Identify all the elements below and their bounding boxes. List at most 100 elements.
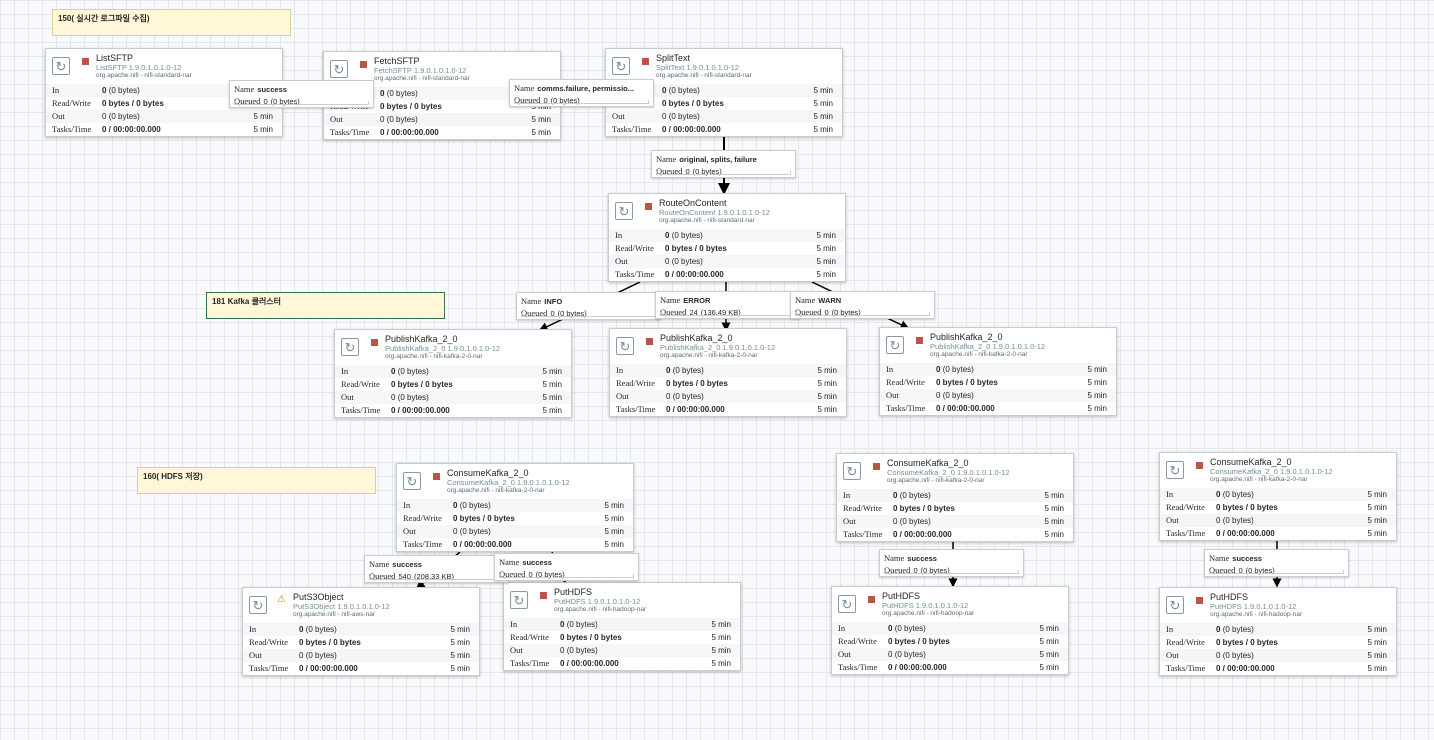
processor-publishkafka-info[interactable]: ↻ PublishKafka_2_0 PublishKafka_2_0 1.9.0.…	[334, 329, 572, 418]
stat-tasks-row: Tasks/Time 0 / 00:00:00.000 5 min	[837, 528, 1073, 541]
stat-out-row: Out 0 (0 bytes) 5 min	[324, 113, 560, 126]
processor-stats: In 0 (0 bytes) 5 min Read/Write 0 bytes / 0 …	[397, 499, 633, 551]
stop-icon	[646, 338, 653, 345]
processor-puthdfs-2[interactable]: ↻ PutHDFS PutHDFS 1.9.0.1.0.1.0-12 org.apac…	[831, 586, 1069, 675]
stat-out-window: 5 min	[817, 392, 837, 401]
stat-in-part: (0 bytes)	[668, 86, 700, 95]
connection-fetch-split[interactable]: Name comms.failure, permissio... Queued 0 (0…	[509, 79, 654, 107]
stat-in-window: 5 min	[817, 366, 837, 375]
stat-out-part: (0 bytes)	[671, 257, 703, 266]
refresh-icon: ↻	[403, 472, 421, 490]
processor-publishkafka-warn[interactable]: ↻ PublishKafka_2_0 PublishKafka_2_0 1.9.0.…	[879, 327, 1117, 416]
stat-read-write-value: 0 bytes / 0 bytes	[1216, 501, 1278, 514]
stat-read-write-label: Read/Write	[510, 632, 549, 642]
processor-puthdfs-1[interactable]: ↻ PutHDFS PutHDFS 1.9.0.1.0.1.0-12 org.apac…	[503, 582, 741, 671]
stat-read-write-row: Read/Write 0 bytes / 0 bytes 5 min	[1160, 636, 1396, 649]
refresh-icon: ↻	[341, 338, 359, 356]
stat-out-window: 5 min	[1039, 650, 1059, 659]
stat-out-value: 0 (0 bytes)	[560, 644, 598, 657]
stat-out-label: Out	[52, 111, 65, 121]
processor-consumekafka-1[interactable]: ↻ ConsumeKafka_2_0 ConsumeKafka_2_0 1.9.0.…	[396, 463, 634, 552]
stat-tasks-value: 0 / 00:00:00.000	[888, 661, 947, 674]
stat-in-part: 0	[936, 365, 941, 374]
stat-read-write-part: 0 bytes / 0 bytes	[299, 638, 361, 647]
label-group181[interactable]: 181 Kafka 클러스터	[206, 292, 445, 319]
processor-header: ↻ PublishKafka_2_0 PublishKafka_2_0 1.9.0.…	[610, 329, 846, 364]
stat-tasks-label: Tasks/Time	[838, 662, 878, 672]
stat-tasks-row: Tasks/Time 0 / 00:00:00.000 5 min	[46, 123, 282, 136]
label-group160[interactable]: 160( HDFS 저장)	[137, 467, 376, 494]
warning-icon[interactable]: ⚠	[277, 594, 286, 605]
processor-header: ↻ PutHDFS PutHDFS 1.9.0.1.0.1.0-12 org.apac…	[1160, 588, 1396, 623]
processor-bundle: org.apache.nifi - nifi-kafka-2-0-nar	[1210, 476, 1308, 483]
stat-out-part: (0 bytes)	[566, 646, 598, 655]
stat-out-label: Out	[838, 649, 851, 659]
stat-out-label: Out	[403, 526, 416, 536]
stat-in-label: In	[616, 365, 624, 375]
stat-read-write-label: Read/Write	[838, 636, 877, 646]
stat-in-window: 5 min	[711, 620, 731, 629]
stat-out-value: 0 (0 bytes)	[380, 113, 418, 126]
stat-in-window: 5 min	[813, 86, 833, 95]
stat-read-write-part: 0 bytes / 0 bytes	[936, 378, 998, 387]
stat-out-part: 0	[391, 393, 396, 402]
stat-in-part: 0	[453, 501, 458, 510]
stat-in-part: 0	[560, 620, 565, 629]
processor-header: ↻ PublishKafka_2_0 PublishKafka_2_0 1.9.0.…	[335, 330, 571, 365]
processor-puts3object[interactable]: ↻ ⚠ PutS3Object PutS3Object 1.9.0.1.0.1.0-1…	[242, 587, 480, 676]
queue-bar	[521, 313, 656, 317]
stat-tasks-window: 5 min	[450, 664, 470, 673]
stop-icon	[642, 58, 649, 65]
connection-consume-hdfs2[interactable]: Name success Queued 0 (0 bytes)	[879, 549, 1024, 577]
stat-read-write-value: 0 bytes / 0 bytes	[662, 97, 724, 110]
stat-read-write-window: 5 min	[817, 379, 837, 388]
stat-tasks-part: 0 / 00:00:00.000	[662, 125, 721, 134]
connection-consume-hdfs3[interactable]: Name success Queued 0 (0 bytes)	[1204, 549, 1349, 577]
connection-list-fetch[interactable]: Name success Queued 0 (0 bytes)	[229, 80, 374, 108]
processor-bundle: org.apache.nifi - nifi-standard-nar	[659, 217, 755, 224]
stat-in-part: (0 bytes)	[305, 625, 337, 634]
connection-route-warn[interactable]: Name WARN Queued 0 (0 bytes)	[790, 291, 935, 319]
stat-read-write-value: 0 bytes / 0 bytes	[299, 636, 361, 649]
queue-bar	[656, 171, 791, 175]
stat-tasks-label: Tasks/Time	[1166, 663, 1206, 673]
stat-in-row: In 0 (0 bytes) 5 min	[880, 363, 1116, 376]
stat-read-write-value: 0 bytes / 0 bytes	[888, 635, 950, 648]
stat-in-part: (0 bytes)	[899, 491, 931, 500]
processor-header: ↻ ConsumeKafka_2_0 ConsumeKafka_2_0 1.9.0.…	[837, 454, 1073, 489]
stat-in-part: 0	[1216, 625, 1221, 634]
processor-bundle: org.apache.nifi - nifi-standard-nar	[656, 72, 752, 79]
stat-tasks-value: 0 / 00:00:00.000	[380, 126, 439, 139]
stat-tasks-value: 0 / 00:00:00.000	[662, 123, 721, 136]
processor-routeoncontent[interactable]: ↻ RouteOnContent RouteOnContent 1.9.0.1.0.…	[608, 193, 846, 282]
connection-route-error[interactable]: Name ERROR Queued 24 (136.49 KB)	[655, 291, 800, 319]
stop-icon	[82, 58, 89, 65]
stat-out-part: (0 bytes)	[397, 393, 429, 402]
queue-bar	[1209, 570, 1344, 574]
stat-read-write-value: 0 bytes / 0 bytes	[391, 378, 453, 391]
stat-in-part: 0	[666, 366, 671, 375]
stat-read-write-part: 0 bytes / 0 bytes	[380, 102, 442, 111]
stat-in-value: 0 (0 bytes)	[888, 622, 926, 635]
stat-read-write-value: 0 bytes / 0 bytes	[936, 376, 998, 389]
processor-publishkafka-error[interactable]: ↻ PublishKafka_2_0 PublishKafka_2_0 1.9.0.…	[609, 328, 847, 417]
stat-tasks-part: 0 / 00:00:00.000	[102, 125, 161, 134]
connection-split-route[interactable]: Name original, splits, failure Queued 0 (0 b…	[651, 150, 796, 178]
processor-consumekafka-2[interactable]: ↻ ConsumeKafka_2_0 ConsumeKafka_2_0 1.9.0.…	[836, 453, 1074, 542]
processor-consumekafka-3[interactable]: ↻ ConsumeKafka_2_0 ConsumeKafka_2_0 1.9.0.…	[1159, 452, 1397, 541]
connection-name-row: Name success	[884, 552, 1019, 564]
label-group150[interactable]: 150( 실시간 로그파일 수집)	[52, 9, 291, 36]
stat-out-value: 0 (0 bytes)	[936, 389, 974, 402]
processor-puthdfs-3[interactable]: ↻ PutHDFS PutHDFS 1.9.0.1.0.1.0-12 org.apac…	[1159, 587, 1397, 676]
stat-out-part: (0 bytes)	[305, 651, 337, 660]
refresh-icon: ↻	[843, 462, 861, 480]
connection-consume-s3[interactable]: Name success Queued 540 (208.33 KB)	[364, 555, 509, 583]
stat-out-part: (0 bytes)	[668, 112, 700, 121]
connection-consume-hdfs1[interactable]: Name success Queued 0 (0 bytes)	[494, 553, 639, 581]
stat-out-window: 5 min	[253, 112, 273, 121]
processor-name: PutHDFS	[1210, 592, 1249, 602]
stat-out-row: Out 0 (0 bytes) 5 min	[837, 515, 1073, 528]
connection-route-info[interactable]: Name INFO Queued 0 (0 bytes)	[516, 292, 661, 320]
stat-read-write-value: 0 bytes / 0 bytes	[665, 242, 727, 255]
refresh-icon: ↻	[615, 202, 633, 220]
